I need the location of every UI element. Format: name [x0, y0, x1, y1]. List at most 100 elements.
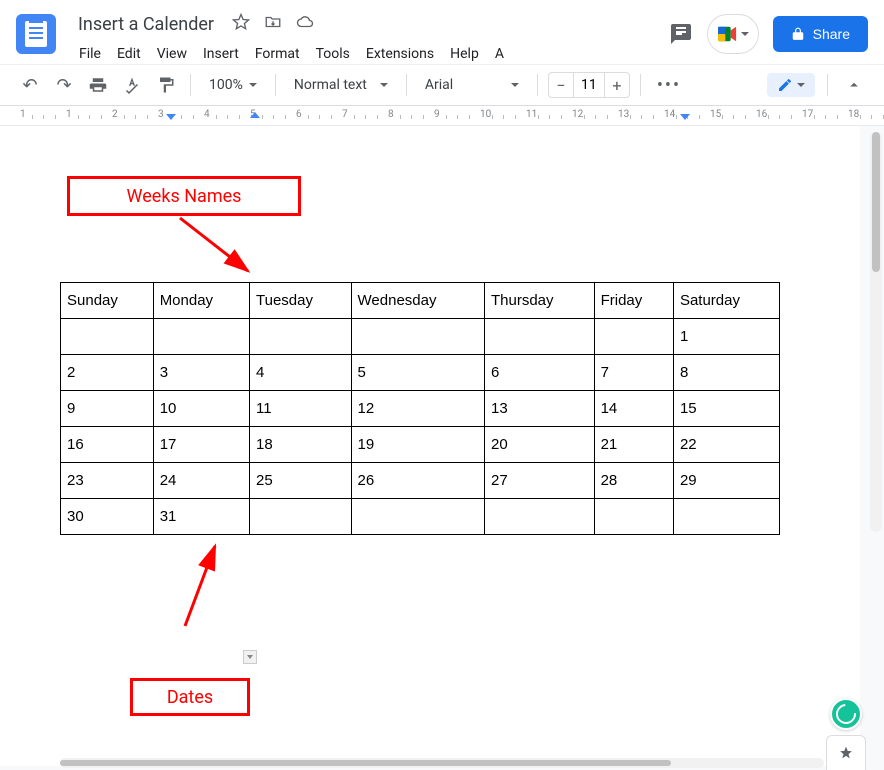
ruler-tick: 6 — [296, 109, 302, 120]
calendar-date-cell[interactable] — [250, 319, 352, 355]
calendar-date-cell[interactable]: 26 — [351, 463, 484, 499]
paint-format-button[interactable] — [152, 71, 180, 99]
font-size-increase[interactable]: + — [605, 73, 629, 97]
calendar-date-cell[interactable] — [351, 499, 484, 535]
undo-button[interactable] — [16, 71, 44, 99]
editing-mode-button[interactable] — [767, 73, 815, 97]
menu-edit[interactable]: Edit — [110, 42, 148, 66]
star-icon[interactable] — [232, 13, 250, 35]
horizontal-ruler[interactable]: 1123456789101112131415161718 — [0, 106, 884, 126]
paragraph-style-selector[interactable]: Normal text — [286, 73, 396, 97]
font-size-decrease[interactable]: − — [549, 73, 573, 97]
font-size-input[interactable]: 11 — [573, 73, 605, 97]
calendar-date-cell[interactable]: 24 — [153, 463, 249, 499]
calendar-date-cell[interactable]: 28 — [594, 463, 673, 499]
more-tools-button[interactable]: ••• — [651, 75, 687, 96]
calendar-date-cell[interactable] — [673, 499, 779, 535]
ruler-tick: 16 — [756, 109, 767, 120]
calendar-table[interactable]: SundayMondayTuesdayWednesdayThursdayFrid… — [60, 282, 780, 535]
calendar-date-cell[interactable]: 30 — [61, 499, 154, 535]
zoom-selector[interactable]: 100% — [201, 73, 265, 97]
ruler-tick: 17 — [802, 109, 813, 120]
calendar-date-cell[interactable]: 18 — [250, 427, 352, 463]
calendar-date-cell[interactable]: 8 — [673, 355, 779, 391]
move-icon[interactable] — [264, 13, 282, 35]
ruler-tick: 18 — [848, 109, 859, 120]
calendar-date-cell[interactable]: 3 — [153, 355, 249, 391]
redo-button[interactable] — [50, 71, 78, 99]
calendar-header-cell[interactable]: Thursday — [484, 283, 594, 319]
table-row: 16171819202122 — [61, 427, 780, 463]
ruler-tick: 13 — [618, 109, 629, 120]
collapse-toolbar-button[interactable] — [840, 71, 868, 99]
paragraph-style-value: Normal text — [294, 77, 367, 93]
calendar-header-cell[interactable]: Saturday — [673, 283, 779, 319]
calendar-date-cell[interactable]: 10 — [153, 391, 249, 427]
font-selector[interactable]: Arial — [417, 73, 527, 97]
calendar-header-cell[interactable]: Wednesday — [351, 283, 484, 319]
menu-help[interactable]: Help — [443, 42, 486, 66]
calendar-date-cell[interactable]: 19 — [351, 427, 484, 463]
calendar-date-cell[interactable] — [484, 499, 594, 535]
share-button[interactable]: Share — [773, 16, 868, 52]
calendar-date-cell[interactable]: 1 — [673, 319, 779, 355]
ruler-tick: 11 — [526, 109, 537, 120]
calendar-date-cell[interactable] — [484, 319, 594, 355]
calendar-date-cell[interactable]: 21 — [594, 427, 673, 463]
ruler-tick: 2 — [112, 109, 118, 120]
menu-accessibility[interactable]: A — [488, 42, 511, 66]
meet-button[interactable] — [707, 14, 759, 54]
document-title[interactable]: Insert a Calender — [72, 12, 220, 37]
vertical-scrollbar[interactable] — [870, 132, 882, 532]
horizontal-scrollbar[interactable] — [60, 758, 824, 768]
calendar-date-cell[interactable]: 16 — [61, 427, 154, 463]
calendar-date-cell[interactable]: 7 — [594, 355, 673, 391]
cloud-status-icon[interactable] — [296, 13, 314, 35]
calendar-date-cell[interactable]: 6 — [484, 355, 594, 391]
chevron-down-icon — [380, 83, 388, 87]
menu-file[interactable]: File — [72, 42, 108, 66]
menu-format[interactable]: Format — [248, 42, 307, 66]
calendar-date-cell[interactable]: 2 — [61, 355, 154, 391]
calendar-date-cell[interactable]: 22 — [673, 427, 779, 463]
menu-insert[interactable]: Insert — [196, 42, 246, 66]
calendar-header-cell[interactable]: Friday — [594, 283, 673, 319]
calendar-date-cell[interactable]: 17 — [153, 427, 249, 463]
calendar-date-cell[interactable]: 27 — [484, 463, 594, 499]
calendar-date-cell[interactable]: 23 — [61, 463, 154, 499]
calendar-date-cell[interactable]: 31 — [153, 499, 249, 535]
calendar-date-cell[interactable]: 12 — [351, 391, 484, 427]
calendar-date-cell[interactable]: 13 — [484, 391, 594, 427]
calendar-date-cell[interactable]: 29 — [673, 463, 779, 499]
cell-options-icon[interactable] — [243, 650, 257, 664]
ruler-tick: 14 — [664, 109, 675, 120]
calendar-header-cell[interactable]: Sunday — [61, 283, 154, 319]
document-page[interactable]: Weeks Names SundayMondayTuesdayWednesday… — [0, 126, 860, 766]
calendar-date-cell[interactable] — [153, 319, 249, 355]
print-button[interactable] — [84, 71, 112, 99]
calendar-date-cell[interactable]: 15 — [673, 391, 779, 427]
menu-view[interactable]: View — [150, 42, 194, 66]
ruler-tick: 7 — [342, 109, 348, 120]
calendar-date-cell[interactable]: 5 — [351, 355, 484, 391]
spellcheck-button[interactable] — [118, 71, 146, 99]
calendar-date-cell[interactable]: 14 — [594, 391, 673, 427]
explore-button[interactable] — [826, 735, 866, 770]
docs-app-icon[interactable] — [16, 14, 56, 54]
calendar-date-cell[interactable]: 25 — [250, 463, 352, 499]
annotation-arrow-dates — [145, 536, 245, 636]
calendar-date-cell[interactable] — [594, 499, 673, 535]
ruler-tick: 10 — [480, 109, 491, 120]
calendar-date-cell[interactable] — [250, 499, 352, 535]
calendar-date-cell[interactable] — [61, 319, 154, 355]
calendar-date-cell[interactable]: 20 — [484, 427, 594, 463]
comments-icon[interactable] — [669, 22, 693, 46]
calendar-date-cell[interactable]: 9 — [61, 391, 154, 427]
calendar-date-cell[interactable] — [351, 319, 484, 355]
menu-extensions[interactable]: Extensions — [359, 42, 441, 66]
calendar-date-cell[interactable] — [594, 319, 673, 355]
menu-tools[interactable]: Tools — [309, 42, 357, 66]
calendar-date-cell[interactable]: 4 — [250, 355, 352, 391]
calendar-date-cell[interactable]: 11 — [250, 391, 352, 427]
grammarly-icon[interactable] — [830, 698, 862, 730]
